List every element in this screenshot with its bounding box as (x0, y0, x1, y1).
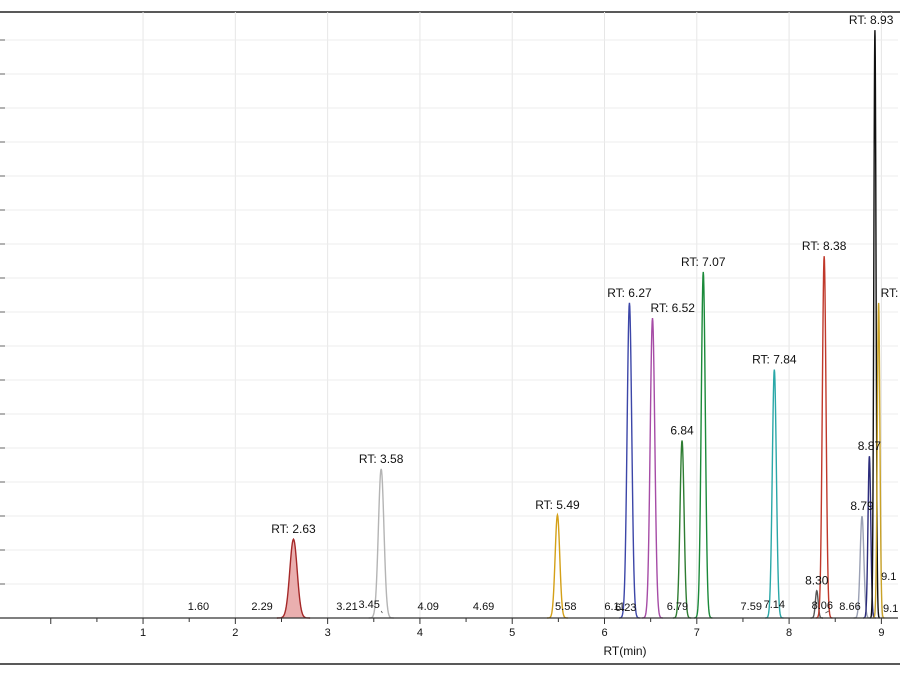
peak-label: RT: 3.58 (359, 452, 404, 466)
peak-trace-6.52 (642, 317, 663, 619)
minor-rt-label: 6.23 (615, 602, 636, 614)
x-tick-label: 7 (694, 627, 700, 639)
peak-label: 8.87 (858, 439, 882, 453)
minor-rt-label: 7.14 (764, 599, 785, 611)
peak-label: 8.30 (805, 574, 829, 588)
peak-label: RT: 8.93 (849, 13, 894, 27)
peak-label: RT: 7.84 (752, 353, 797, 367)
peak-trace-8.38 (815, 256, 833, 619)
leader-line (380, 610, 383, 614)
minor-rt-label: 5.58 (555, 601, 576, 613)
minor-rt-label: 6.79 (667, 601, 688, 613)
plot-frame (0, 11, 900, 665)
peak-label: RT: 2.63 (271, 522, 316, 536)
x-tick-label: 2 (232, 627, 238, 639)
minor-rt-label: 4.69 (473, 601, 494, 613)
peak-labels: RT: 2.63 RT: 3.58 RT: 5.49 RT: 6.27RT: 6.52… (188, 13, 899, 615)
x-tick-label: 8 (786, 627, 792, 639)
minor-rt-label: 3.45 (358, 599, 379, 611)
minor-rt-label: 8.66 (839, 601, 860, 613)
minor-rt-label: 4.09 (418, 601, 439, 613)
peak-label: RT: 6.27 (607, 286, 652, 300)
minor-rt-label: 8.06 (812, 600, 833, 612)
peak-trace-6.27 (619, 302, 640, 619)
minor-rt-label: 7.59 (741, 601, 762, 613)
minor-rt-label: 1.60 (188, 601, 209, 613)
peak-label: 6.84 (670, 423, 694, 437)
peak-label: RT: 7.07 (681, 255, 726, 269)
peak-label: RT: 6.52 (651, 301, 696, 315)
peak-label: RT: 8.38 (802, 239, 847, 253)
x-axis-title: RT(min) (603, 644, 646, 658)
minor-rt-label: 2.29 (251, 601, 272, 613)
minor-rt-label: 3.21 (336, 601, 357, 613)
peak-trace-3.58 (368, 468, 394, 619)
x-tick-label: 4 (417, 627, 423, 639)
x-tick-label: 1 (140, 627, 146, 639)
x-tick-label: 5 (509, 627, 515, 639)
peak-trace-6.84 (672, 440, 692, 619)
minor-rt-label: 9.1 (883, 603, 898, 615)
peak-label: RT: 5.49 (535, 498, 580, 512)
peak-traces (276, 30, 885, 619)
peak-label: 8.79 (850, 499, 874, 513)
x-tick-label: 9 (878, 627, 884, 639)
peak-fill-2.63 (276, 539, 311, 618)
peak-trace-7.84 (765, 369, 784, 619)
x-axis: 1 2 3 4 5 6 7 8 9 (0, 617, 898, 639)
minor-rt-label: 9.1 (881, 571, 896, 583)
grid-lines (0, 12, 898, 619)
peak-label: RT: (881, 286, 899, 300)
chromatogram-chart: 1 2 3 4 5 6 7 8 9 RT: 2.63 RT: 3.58 RT: 5.49 RT: 6.… (0, 11, 900, 665)
x-tick-label: 6 (601, 627, 607, 639)
x-tick-label: 3 (325, 627, 331, 639)
